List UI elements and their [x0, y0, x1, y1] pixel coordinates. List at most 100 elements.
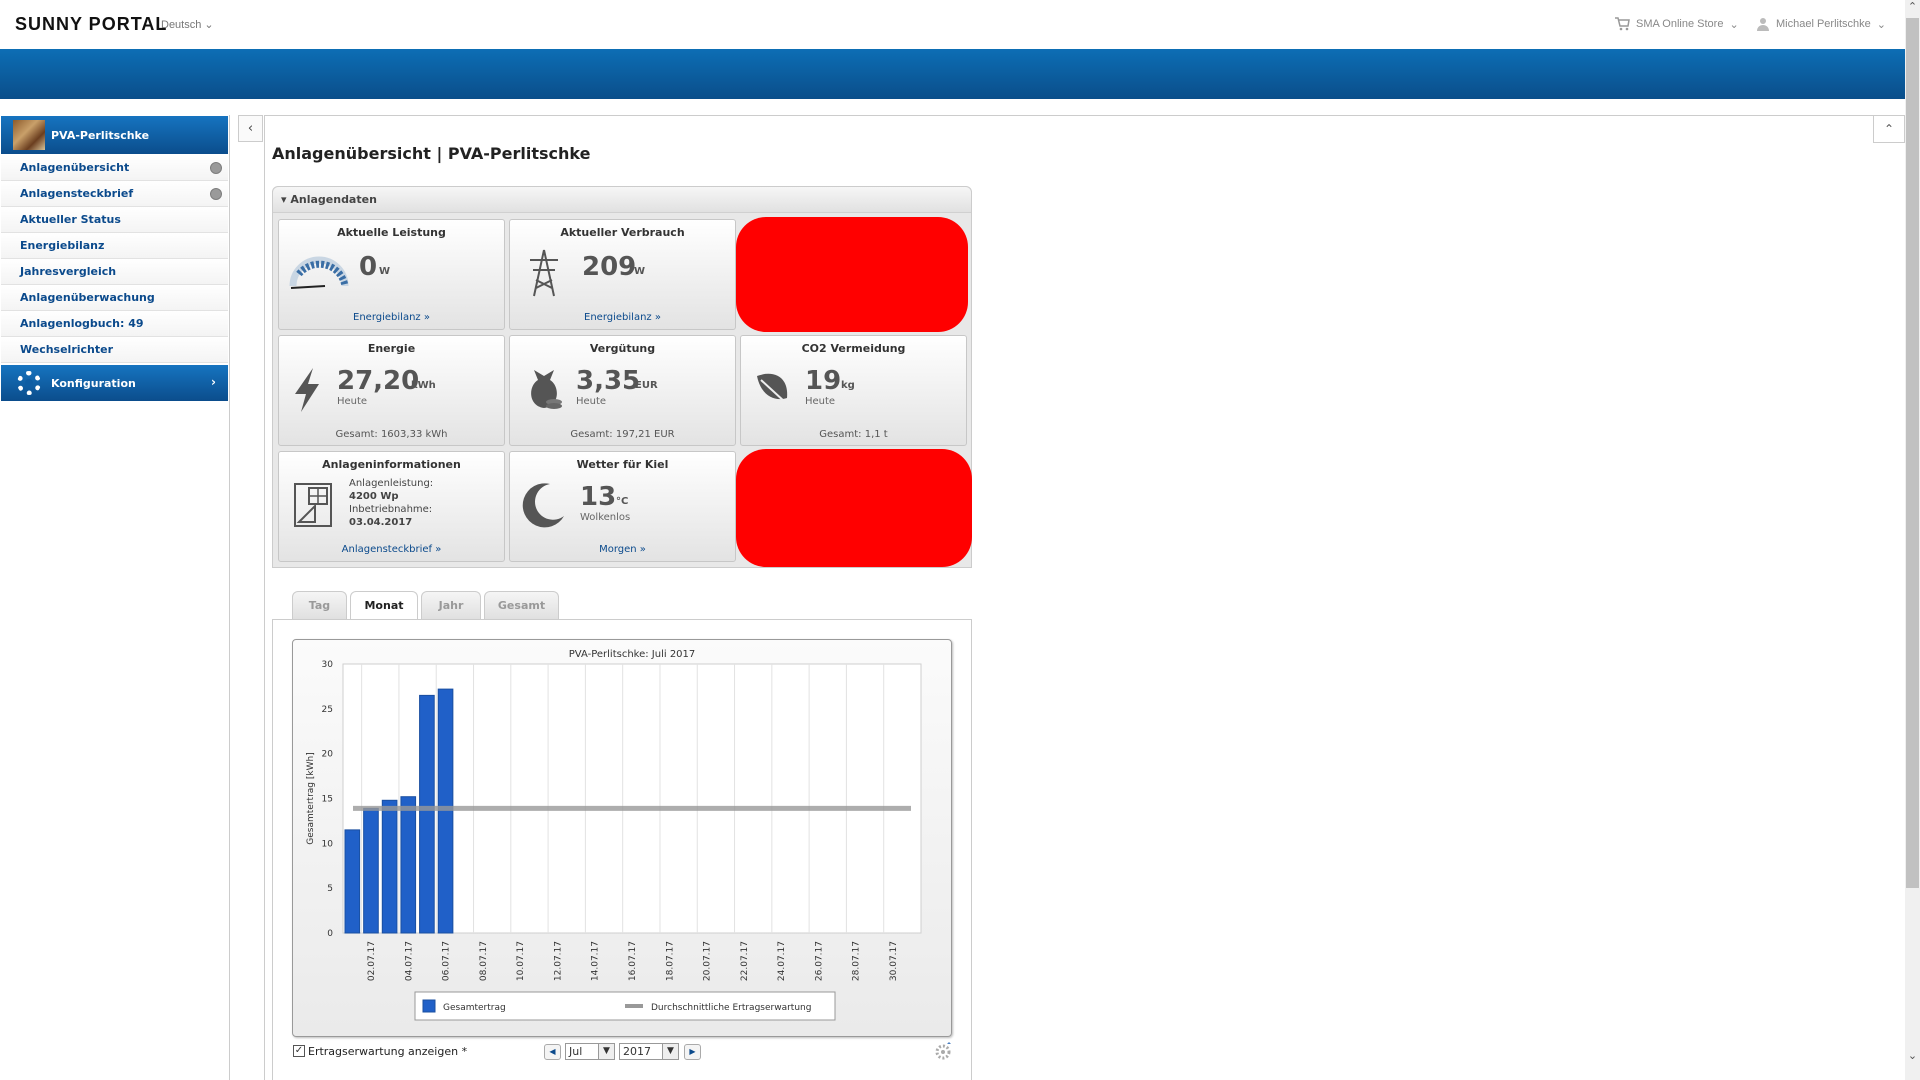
chevron-down-icon: ⌄ — [1876, 18, 1886, 31]
y-tick-label: 30 — [322, 660, 334, 670]
tile-title: Energie — [367, 342, 416, 355]
month-select[interactable]: Jul ▼ — [565, 1043, 615, 1060]
config-label: Konfiguration — [51, 376, 136, 390]
chevron-right-icon: › — [211, 375, 216, 389]
anlagensteckbrief-link[interactable]: Anlagensteckbrief » — [279, 544, 504, 555]
sidebar-item-label: Anlagenübersicht — [20, 161, 130, 174]
y-axis-label: Gesamtertrag [kWh] — [306, 752, 316, 844]
tab-monat[interactable]: Monat — [350, 591, 418, 621]
power-value: 0 — [359, 252, 378, 282]
weather-sub: Wolkenlos — [580, 512, 631, 523]
co2-total: Gesamt: 1,1 t — [819, 429, 888, 440]
tile-title: Aktuelle Leistung — [337, 226, 446, 239]
sidebar-item-jahresvergleich[interactable]: Jahresvergleich — [1, 259, 228, 285]
chevron-down-icon: ⌄ — [204, 19, 214, 31]
collapse-up-button[interactable]: ⌃ — [1873, 115, 1905, 143]
sidebar-item-label: Anlagenüberwachung — [20, 291, 155, 304]
morgen-link[interactable]: Morgen » — [510, 544, 735, 555]
x-tick-label: 26.07.17 — [814, 941, 824, 981]
chevron-left-icon: ‹ — [247, 121, 254, 136]
plant-thumbnail — [13, 120, 45, 150]
tab-tag[interactable]: Tag — [292, 591, 347, 619]
redacted-area — [736, 449, 972, 567]
plant-power-value: 4200 Wp — [349, 491, 399, 502]
revenue-sub: Heute — [576, 396, 607, 407]
user-name: Michael Perlitschke — [1776, 18, 1871, 30]
sidebar-plant-header[interactable]: PVA-Perlitschke — [1, 116, 228, 154]
scroll-down-arrow-icon[interactable]: ⌄ — [1905, 1049, 1920, 1067]
power-pylon-icon — [530, 249, 558, 297]
tab-jahr[interactable]: Jahr — [421, 591, 481, 619]
year-value: 2017 — [623, 1045, 651, 1058]
energiebilanz-link[interactable]: Energiebilanz » — [510, 312, 735, 323]
sidebar-item-konfiguration[interactable]: Konfiguration › — [1, 365, 228, 401]
plant-info-text: Anlagenleistung: 4200 Wp Inbetriebnahme:… — [349, 477, 433, 529]
moon-icon — [522, 483, 564, 528]
tile-title: Vergütung — [589, 342, 656, 355]
weather-unit: °C — [616, 496, 629, 507]
x-tick-label: 30.07.17 — [889, 941, 899, 981]
language-label: Deutsch — [161, 19, 202, 31]
sidebar-item-aktueller-status[interactable]: Aktueller Status — [1, 207, 228, 233]
x-tick-label: 24.07.17 — [777, 941, 787, 981]
power-unit: W — [379, 266, 391, 277]
y-tick-label: 5 — [327, 884, 333, 894]
sidebar-item-anlagensteckbrief[interactable]: Anlagensteckbrief — [1, 181, 228, 207]
sidebar-item-label: Anlagenlogbuch: 49 — [20, 317, 144, 330]
tile-aktueller-verbrauch: Aktueller Verbrauch 209 W Energiebilanz … — [509, 219, 736, 330]
x-tick-label: 22.07.17 — [740, 941, 750, 981]
expectation-checkbox-label: Ertragserwartung anzeigen * — [308, 1045, 468, 1058]
tile-wetter: Wetter für Kiel 13 °C Wolkenlos Morgen » — [509, 451, 736, 562]
online-store-link[interactable]: SMA Online Store ⌄ — [1614, 17, 1739, 31]
tab-gesamt[interactable]: Gesamt — [484, 591, 559, 619]
chevron-up-icon: ⌃ — [1883, 122, 1895, 136]
plant-name: PVA-Perlitschke — [51, 128, 150, 142]
next-month-button[interactable]: ▶ — [684, 1044, 701, 1060]
y-tick-label: 25 — [322, 705, 333, 715]
co2-unit: kg — [841, 380, 855, 391]
panel-title: Anlagendaten — [290, 193, 377, 206]
sidebar-item-anlagenueberwachung[interactable]: Anlagenüberwachung — [1, 285, 228, 311]
x-tick-label: 12.07.17 — [553, 941, 563, 981]
scroll-up-arrow-icon[interactable]: ⌃ — [1905, 0, 1920, 18]
prev-month-button[interactable]: ◀ — [544, 1044, 561, 1060]
chart-settings-icon[interactable] — [934, 1042, 952, 1060]
scrollbar-thumb[interactable] — [1906, 18, 1919, 888]
sidebar-item-anlagenuebersicht[interactable]: Anlagenübersicht — [1, 155, 228, 181]
energy-value: 27,20 — [337, 366, 420, 396]
tile-anlageninformationen: Anlageninformationen Anlagenleistung: 42… — [278, 451, 505, 562]
anlagendaten-panel: ▾ Anlagendaten Aktuelle Leistung 0 W Ene… — [272, 186, 972, 568]
x-tick-label: 14.07.17 — [591, 941, 601, 981]
sidebar-item-label: Wechselrichter — [20, 343, 114, 356]
monthly-yield-chart: PVA-Perlitschke: Juli 2017 0 5 10 15 20 25 30 Ge… — [292, 639, 952, 1037]
chevron-down-icon: ▼ — [662, 1044, 678, 1059]
co2-value: 19 — [805, 366, 842, 396]
year-select[interactable]: 2017 ▼ — [619, 1043, 679, 1060]
sidebar-item-wechselrichter[interactable]: Wechselrichter — [1, 337, 228, 363]
user-menu[interactable]: Michael Perlitschke ⌄ — [1756, 17, 1886, 31]
y-tick-label: 20 — [322, 750, 334, 760]
energy-sub: Heute — [337, 396, 368, 407]
language-selector[interactable]: Deutsch ⌄ — [161, 18, 214, 31]
chart-title: PVA-Perlitschke: Juli 2017 — [569, 649, 696, 660]
tile-title: Aktueller Verbrauch — [560, 226, 685, 239]
sunny-portal-logo[interactable]: SUNNY PORTAL — [15, 14, 167, 35]
sidebar-item-label: Aktueller Status — [20, 213, 121, 226]
co2-sub: Heute — [805, 396, 836, 407]
y-tick-label: 10 — [322, 839, 334, 849]
legend-label-gesamtertrag: Gesamtertrag — [443, 1003, 506, 1013]
chevron-down-icon: ⌄ — [1729, 18, 1739, 31]
sidebar-item-label: Energiebilanz — [20, 239, 105, 252]
x-tick-label: 04.07.17 — [404, 941, 414, 981]
x-tick-label: 20.07.17 — [703, 941, 713, 981]
plant-start-label: Inbetriebnahme: — [349, 504, 433, 515]
sidebar-item-energiebilanz[interactable]: Energiebilanz — [1, 233, 228, 259]
sidebar-item-anlagenlogbuch[interactable]: Anlagenlogbuch: 49 — [1, 311, 228, 337]
tile-verguetung: Vergütung 3,35 EUR Heute Gesamt: 197,21 … — [509, 335, 736, 446]
energiebilanz-link[interactable]: Energiebilanz » — [279, 312, 504, 323]
collapse-sidebar-button[interactable]: ‹ — [238, 115, 263, 142]
expectation-checkbox[interactable]: ✓ — [293, 1045, 305, 1057]
x-tick-label: 16.07.17 — [628, 941, 638, 981]
panel-header[interactable]: ▾ Anlagendaten — [273, 187, 971, 213]
redacted-area — [736, 217, 968, 332]
